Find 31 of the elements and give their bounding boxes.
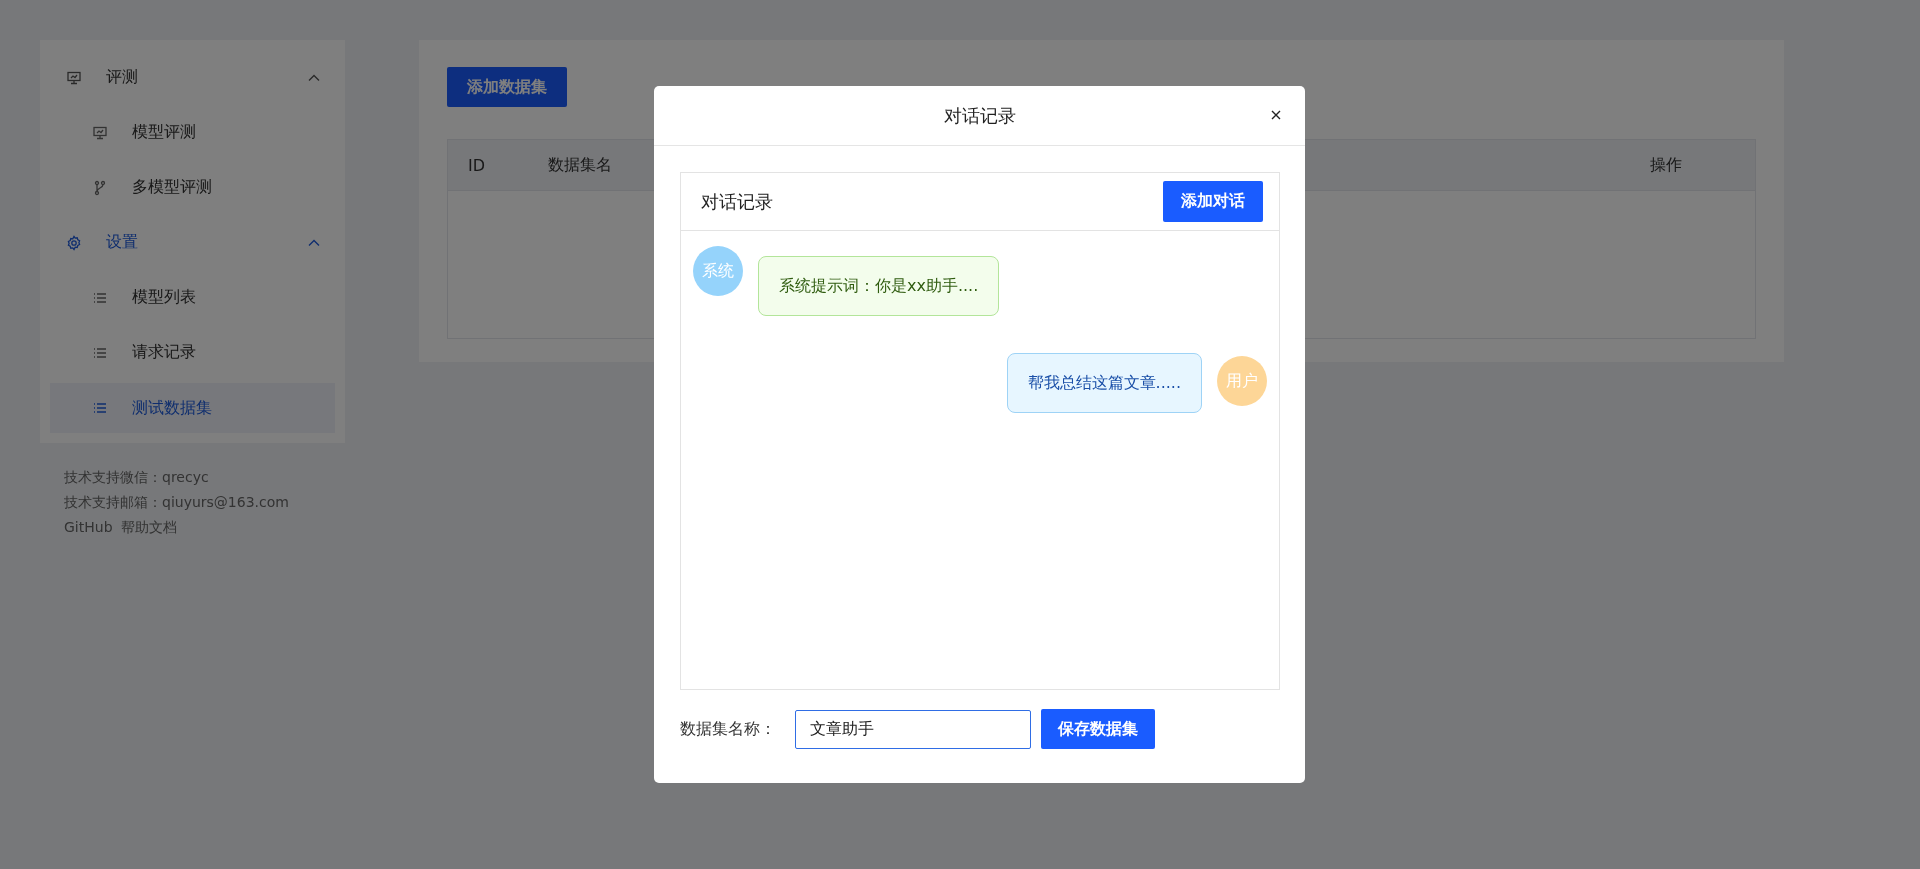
- menu-item[interactable]: 测试数据集: [50, 383, 335, 433]
- footer-link[interactable]: 帮助文档: [120, 515, 177, 540]
- avatar: 用户: [1217, 356, 1267, 406]
- column-header: ID: [467, 155, 487, 175]
- list-icon: [92, 400, 108, 416]
- support-info-text: 技术支持微信：qrecyc: [64, 468, 210, 487]
- message-bubble: 帮我总结这篇文章.....: [1006, 353, 1202, 413]
- avatar: 系统: [693, 246, 743, 296]
- menu-item[interactable]: 多模型评测: [50, 160, 335, 215]
- dialog-title: 对话记录: [943, 103, 1016, 128]
- menu-item[interactable]: 请求记录: [50, 325, 335, 380]
- monitor-icon: [66, 69, 82, 86]
- dataset-name-field[interactable]: 文章助手: [795, 709, 1031, 749]
- menu-group[interactable]: 评测: [50, 50, 335, 105]
- settings-icon: [66, 234, 82, 251]
- close-button[interactable]: [1269, 108, 1283, 122]
- column-header: 数据集名: [548, 154, 613, 176]
- add-dataset-button[interactable]: 添加数据集: [447, 67, 567, 107]
- add-message-button[interactable]: 添加对话: [1163, 181, 1263, 222]
- save-dataset-button[interactable]: 保存数据集: [1041, 709, 1155, 749]
- menu-group[interactable]: 设置: [50, 215, 335, 270]
- menu-item[interactable]: 模型列表: [50, 270, 335, 325]
- branch-icon: [92, 179, 108, 196]
- menu-item[interactable]: 模型评测: [50, 105, 335, 160]
- support-info-text: 技术支持邮箱：qiuyurs@163.com: [64, 493, 290, 512]
- footer-link[interactable]: GitHub: [64, 515, 113, 540]
- column-header: 操作: [1650, 154, 1683, 176]
- chat-title: 对话记录: [701, 189, 773, 214]
- monitor-icon: [92, 124, 108, 141]
- message-bubble: 系统提示词：你是xx助手....: [758, 256, 1000, 316]
- field-label: 数据集名称：: [680, 718, 777, 740]
